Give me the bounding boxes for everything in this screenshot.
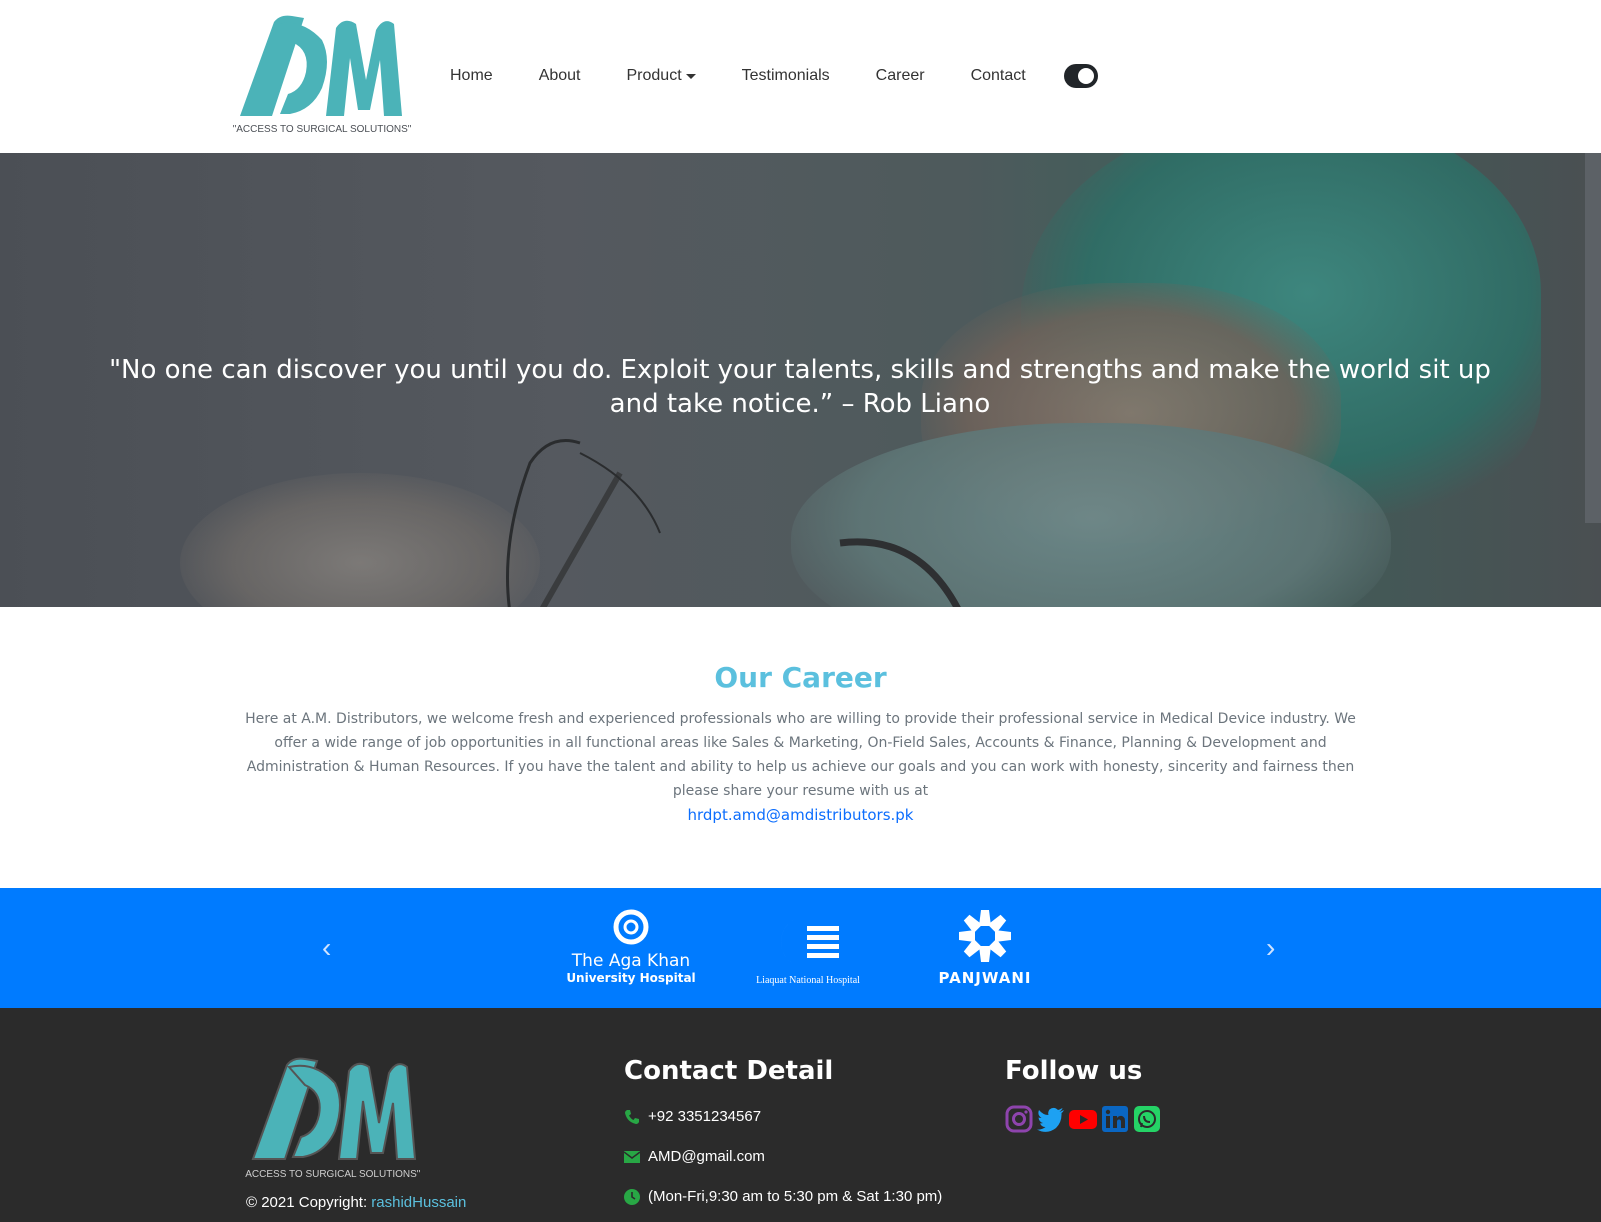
hero-quote: "No one can discover you until you do. E…: [109, 355, 1491, 419]
hero-banner: "No one can discover you until you do. E…: [0, 153, 1601, 607]
career-text: Here at A.M. Distributors, we welcome fr…: [245, 711, 1356, 799]
liaquat-emblem-icon: [780, 916, 839, 968]
carousel-next-icon[interactable]: ›: [1266, 932, 1275, 964]
partner-panjwani[interactable]: PANJWANI: [930, 908, 1040, 987]
social-links: [1005, 1105, 1165, 1133]
hero-bg-edge: [1585, 153, 1601, 523]
footer-logo: "ACCESS TO SURGICAL SOLUTIONS": [242, 1053, 425, 1183]
envelope-icon: [624, 1150, 640, 1163]
caret-down-icon: [685, 73, 696, 79]
business-hours: (Mon-Fri,9:30 am to 5:30 pm & Sat 1:30 p…: [648, 1188, 943, 1205]
contact-title: Contact Detail: [624, 1056, 834, 1086]
copyright: © 2021 Copyright: rashidHussain: [246, 1194, 466, 1211]
twitter-icon[interactable]: [1037, 1105, 1065, 1133]
brand-logo[interactable]: "ACCESS TO SURGICAL SOLUTIONS": [232, 10, 412, 138]
nav-home[interactable]: Home: [450, 67, 493, 85]
linkedin-icon[interactable]: [1101, 1105, 1129, 1133]
partner-aga-khan[interactable]: The Aga Khan University Hospital: [566, 908, 696, 985]
nav-menu: Home About Product Testimonials Career C…: [450, 60, 1098, 92]
career-email-link[interactable]: hrdpt.amd@amdistributors.pk: [240, 803, 1361, 827]
partner-liaquat[interactable]: Liaquat National Hospital: [744, 912, 872, 986]
contact-hours: (Mon-Fri,9:30 am to 5:30 pm & Sat 1:30 p…: [624, 1188, 942, 1205]
copyright-author-link[interactable]: rashidHussain: [371, 1194, 466, 1211]
carousel-prev-icon[interactable]: ‹: [322, 932, 331, 964]
surgical-tools-image: [506, 439, 961, 607]
panjwani-label: PANJWANI: [938, 969, 1032, 987]
aga-khan-line1: The Aga Khan: [571, 951, 691, 971]
phone-number: +92 3351234567: [648, 1108, 762, 1125]
contact-phone: +92 3351234567: [624, 1108, 761, 1125]
youtube-icon[interactable]: [1069, 1105, 1097, 1133]
nav-product-dropdown[interactable]: Product: [627, 67, 696, 85]
clock-icon: [624, 1188, 640, 1205]
email-address: AMD@gmail.com: [648, 1148, 765, 1165]
follow-title: Follow us: [1005, 1056, 1143, 1086]
nav-testimonials[interactable]: Testimonials: [742, 67, 830, 85]
nav-contact[interactable]: Contact: [971, 67, 1026, 85]
footer: "ACCESS TO SURGICAL SOLUTIONS" © 2021 Co…: [0, 1008, 1601, 1222]
whatsapp-icon[interactable]: [1133, 1105, 1161, 1133]
toggle-knob: [1077, 68, 1094, 84]
svg-text:"ACCESS TO SURGICAL SOLUTIONS": "ACCESS TO SURGICAL SOLUTIONS": [245, 1169, 421, 1180]
phone-icon: [625, 1109, 639, 1124]
copyright-prefix: © 2021 Copyright:: [246, 1194, 372, 1211]
am-logo-icon: "ACCESS TO SURGICAL SOLUTIONS": [242, 1057, 421, 1180]
nav-product-label: Product: [626, 67, 682, 84]
nav-career[interactable]: Career: [876, 67, 925, 85]
nav-about[interactable]: About: [539, 67, 581, 85]
aga-khan-line2: University Hospital: [566, 971, 696, 985]
am-logo-icon: "ACCESS TO SURGICAL SOLUTIONS": [233, 15, 412, 135]
aga-khan-emblem-icon: [613, 909, 649, 945]
svg-text:"ACCESS TO SURGICAL SOLUTIONS": "ACCESS TO SURGICAL SOLUTIONS": [233, 124, 412, 135]
contact-email: AMD@gmail.com: [624, 1148, 765, 1165]
liaquat-label: Liaquat National Hospital: [756, 975, 860, 986]
career-section: Our Career Here at A.M. Distributors, we…: [0, 607, 1601, 888]
theme-toggle[interactable]: [1063, 64, 1098, 88]
panjwani-emblem-icon: [959, 910, 1011, 962]
career-description: Here at A.M. Distributors, we welcome fr…: [240, 707, 1361, 827]
instagram-icon[interactable]: [1005, 1105, 1033, 1133]
career-title: Our Career: [714, 661, 887, 694]
partners-carousel: ‹ › The Aga Khan University Hospital Lia…: [0, 888, 1601, 1008]
navbar: "ACCESS TO SURGICAL SOLUTIONS" Home Abou…: [0, 0, 1601, 153]
